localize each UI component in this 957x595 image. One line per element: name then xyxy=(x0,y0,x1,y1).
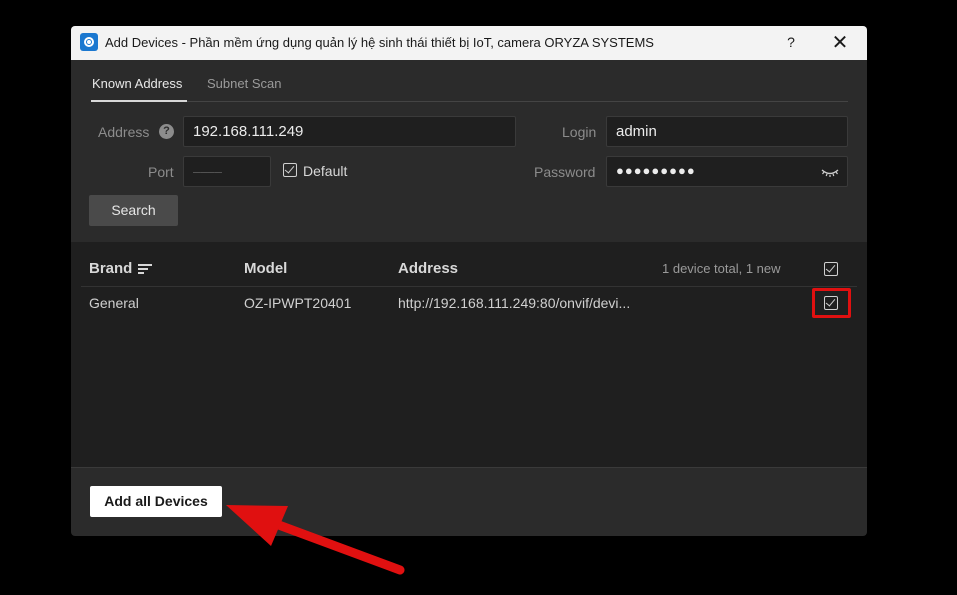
app-logo-icon xyxy=(80,33,98,51)
tab-subnet-scan[interactable]: Subnet Scan xyxy=(207,76,281,91)
window-title: Add Devices - Phần mềm ứng dụng quản lý … xyxy=(105,35,654,50)
default-checkbox[interactable] xyxy=(283,163,297,177)
default-label: Default xyxy=(303,163,348,179)
row-model: OZ-IPWPT20401 xyxy=(244,295,352,311)
title-bar: Add Devices - Phần mềm ứng dụng quản lý … xyxy=(71,26,867,60)
address-label: Address xyxy=(98,124,150,140)
password-value: ●●●●●●●●● xyxy=(616,163,696,178)
column-header-address[interactable]: Address xyxy=(398,260,458,277)
add-all-devices-button[interactable]: Add all Devices xyxy=(90,486,222,517)
show-password-icon[interactable] xyxy=(821,166,839,178)
device-table: Brand Model Address 1 device total, 1 ne… xyxy=(71,242,867,467)
login-input[interactable]: admin xyxy=(606,116,848,147)
select-all-checkbox[interactable] xyxy=(824,262,838,276)
row-brand: General xyxy=(89,295,139,311)
close-button[interactable]: ✕ xyxy=(826,30,854,56)
help-button[interactable]: ? xyxy=(781,34,801,52)
footer-divider xyxy=(71,467,867,468)
device-count-summary: 1 device total, 1 new xyxy=(662,261,781,276)
column-header-model[interactable]: Model xyxy=(244,260,287,277)
search-button[interactable]: Search xyxy=(89,195,178,226)
tab-bar: Known Address Subnet Scan xyxy=(91,74,848,102)
sort-icon[interactable] xyxy=(138,264,152,275)
login-label: Login xyxy=(562,124,597,140)
active-tab-indicator xyxy=(91,100,187,102)
address-help-icon[interactable]: ? xyxy=(159,124,174,139)
address-input[interactable]: 192.168.111.249 xyxy=(183,116,516,147)
header-divider xyxy=(81,286,857,287)
port-label: Port xyxy=(148,164,174,180)
port-input[interactable]: –––– xyxy=(183,156,271,187)
password-label: Password xyxy=(534,164,596,180)
password-input[interactable]: ●●●●●●●●● xyxy=(606,156,848,187)
tab-known-address[interactable]: Known Address xyxy=(92,76,182,91)
column-header-brand[interactable]: Brand xyxy=(89,260,132,277)
add-devices-dialog: Add Devices - Phần mềm ứng dụng quản lý … xyxy=(71,26,867,536)
highlight-box xyxy=(812,288,851,318)
row-address: http://192.168.111.249:80/onvif/devi... xyxy=(398,295,631,311)
